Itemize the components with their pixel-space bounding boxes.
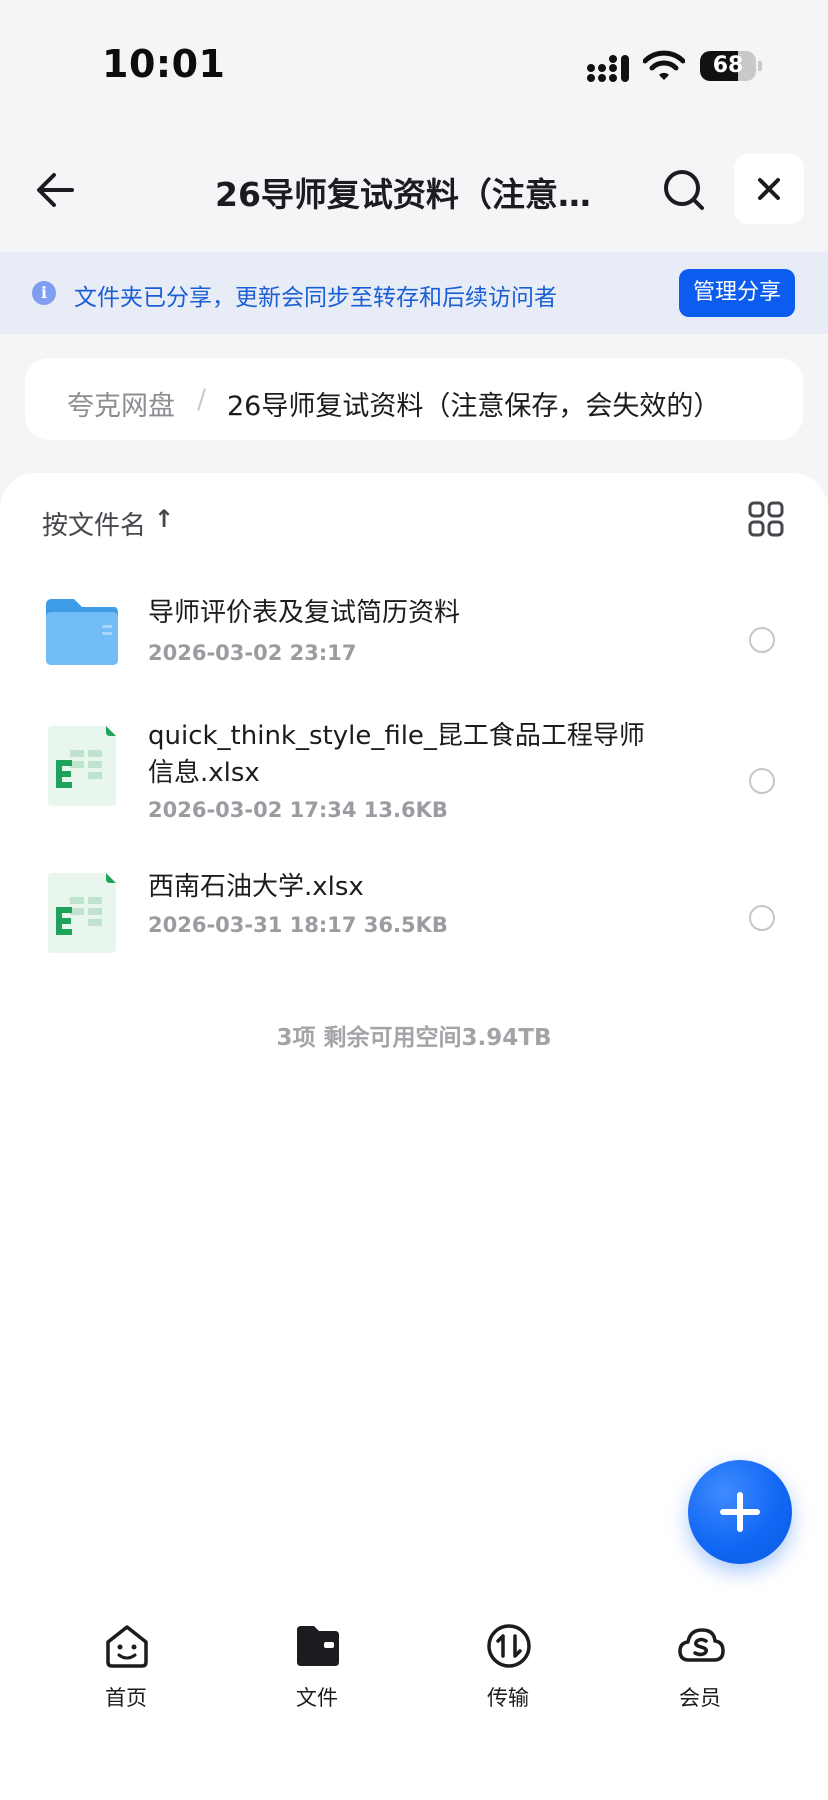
search-icon[interactable] (656, 162, 712, 218)
select-checkbox[interactable] (749, 627, 775, 653)
home-face-icon (106, 1625, 148, 1668)
tab-label: 文件 (296, 1686, 338, 1710)
select-checkbox[interactable] (749, 905, 775, 931)
excel-file-icon (48, 873, 116, 953)
excel-file-icon (48, 726, 116, 806)
tab-home[interactable]: 首页 (66, 1622, 186, 1722)
cloud-membership-icon (678, 1628, 725, 1662)
battery-level: 68 (712, 53, 744, 78)
transfer-icon (487, 1624, 531, 1668)
info-icon: i (32, 281, 56, 305)
manage-share-button[interactable]: 管理分享 (679, 269, 795, 317)
file-meta: 2026-03-02 17:34 13.6KB (148, 798, 448, 822)
back-arrow-icon[interactable] (28, 162, 84, 218)
nav-bar: 26导师复试资料（注意… (0, 140, 828, 240)
cellular-signal-icon (587, 55, 629, 82)
tab-files[interactable]: 文件 (257, 1622, 377, 1722)
breadcrumb: 夸克网盘 / 26导师复试资料（注意保存，会失效的） (25, 358, 803, 440)
select-checkbox[interactable] (749, 768, 775, 794)
page-title: 26导师复试资料（注意… (215, 175, 591, 214)
close-icon (758, 178, 780, 200)
file-name: 西南石油大学.xlsx (148, 872, 364, 902)
sort-by-name-button[interactable]: 按文件名 (42, 505, 146, 542)
tab-label: 首页 (105, 1686, 147, 1710)
bottom-tab-bar: 首页 文件 传输 会员 (0, 1610, 828, 1800)
add-button[interactable] (688, 1460, 792, 1564)
list-item[interactable]: quick_think_style_file_昆工食品工程导师信息.xlsx 2… (0, 718, 828, 868)
list-item[interactable]: 导师评价表及复试简历资料 2026-03-02 23:17 (0, 583, 828, 713)
tab-transfer[interactable]: 传输 (448, 1622, 568, 1722)
file-list-panel: 按文件名 ↑ 导师评价表及复试简历资料 2026-03-02 23:17 qui… (0, 473, 828, 1800)
breadcrumb-root[interactable]: 夸克网盘 (67, 384, 175, 423)
tab-label: 传输 (487, 1686, 529, 1710)
tab-label: 会员 (679, 1686, 721, 1710)
battery-icon: 68 (700, 51, 762, 81)
share-banner: i 文件夹已分享，更新会同步至转存和后续访问者 管理分享 (0, 252, 828, 334)
folder-icon (46, 599, 118, 665)
battery-body: 68 (700, 51, 756, 81)
list-item[interactable]: 西南石油大学.xlsx 2026-03-31 18:17 36.5KB (0, 865, 828, 995)
tab-membership[interactable]: 会员 (640, 1622, 760, 1722)
grid-view-icon[interactable] (748, 501, 784, 537)
share-banner-text: 文件夹已分享，更新会同步至转存和后续访问者 (74, 285, 557, 311)
battery-cap (758, 61, 762, 71)
status-bar: 10:01 68 (0, 0, 828, 130)
breadcrumb-separator: / (197, 384, 207, 415)
plus-icon-stroke (737, 1492, 743, 1532)
file-meta: 2026-03-31 18:17 36.5KB (148, 913, 448, 937)
folder-icon (297, 1626, 339, 1666)
close-button[interactable] (734, 154, 804, 224)
status-time: 10:01 (102, 42, 226, 86)
storage-summary: 3项 剩余可用空间3.94TB (276, 1025, 552, 1051)
file-meta: 2026-03-02 23:17 (148, 641, 357, 665)
breadcrumb-current: 26导师复试资料（注意保存，会失效的） (227, 391, 721, 422)
wifi-icon (643, 50, 685, 80)
sort-ascending-icon[interactable]: ↑ (154, 505, 174, 533)
file-name: 导师评价表及复试简历资料 (148, 598, 461, 628)
file-name: quick_think_style_file_昆工食品工程导师信息.xlsx (148, 721, 645, 788)
